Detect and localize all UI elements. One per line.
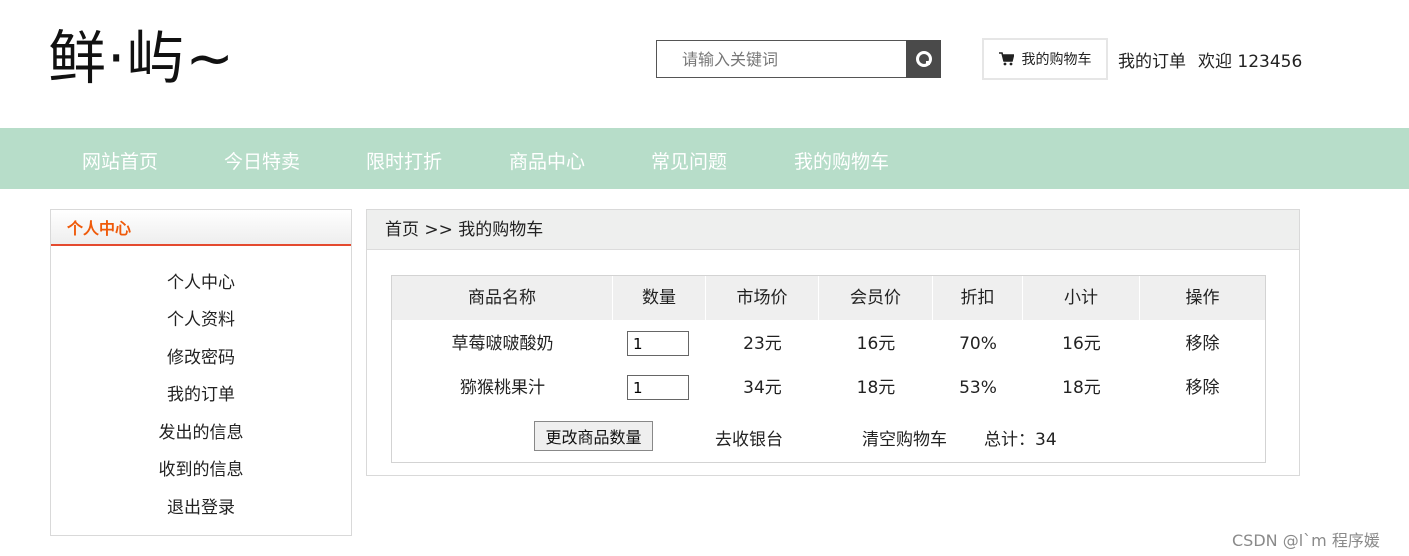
cart-panel: 首页 >> 我的购物车 商品名称 数量 市场价 会员价 折扣 小计 操作 草莓啵…: [366, 209, 1300, 476]
sidebar-item-sent-messages[interactable]: 发出的信息: [51, 418, 351, 443]
search-button[interactable]: [906, 40, 941, 78]
col-header-qty: 数量: [613, 276, 706, 320]
sidebar: 个人中心 个人中心 个人资料 修改密码 我的订单 发出的信息 收到的信息 退出登…: [50, 209, 352, 536]
nav-item-products[interactable]: 商品中心: [509, 147, 585, 174]
clear-cart-link[interactable]: 清空购物车: [862, 425, 947, 450]
welcome-text: 欢迎 123456: [1198, 52, 1303, 72]
member-price: 16元: [856, 334, 896, 354]
col-header-market-price: 市场价: [706, 276, 819, 320]
discount: 53%: [959, 378, 997, 398]
subtotal: 16元: [1062, 334, 1101, 354]
remove-link[interactable]: 移除: [1140, 332, 1265, 356]
market-price: 34元: [743, 378, 782, 398]
breadcrumb: 首页 >> 我的购物车: [367, 210, 1299, 250]
sidebar-item-change-password[interactable]: 修改密码: [51, 343, 351, 368]
search-bar: [656, 40, 941, 78]
table-header: 商品名称 数量 市场价 会员价 折扣 小计 操作: [392, 276, 1265, 320]
sidebar-item-received-messages[interactable]: 收到的信息: [51, 455, 351, 480]
member-price: 18元: [856, 378, 896, 398]
header-cart-button[interactable]: 我的购物车: [982, 38, 1108, 80]
sidebar-item-profile[interactable]: 个人资料: [51, 305, 351, 330]
col-header-action: 操作: [1185, 288, 1220, 308]
cart-icon: [998, 52, 1014, 66]
main-nav: 网站首页 今日特卖 限时打折 商品中心 常见问题 我的购物车: [0, 128, 1409, 189]
update-quantity-button[interactable]: 更改商品数量: [534, 421, 653, 451]
nav-item-faq[interactable]: 常见问题: [651, 147, 727, 174]
col-header-name: 商品名称: [392, 276, 613, 320]
quantity-input[interactable]: [627, 375, 689, 400]
quantity-input[interactable]: [627, 331, 689, 356]
user-links: 我的订单 欢迎 123456: [1118, 47, 1302, 72]
remove-link[interactable]: 移除: [1140, 376, 1265, 400]
nav-item-home[interactable]: 网站首页: [82, 147, 158, 174]
nav-item-today-deals[interactable]: 今日特卖: [224, 147, 300, 174]
sidebar-title: 个人中心: [51, 210, 351, 246]
item-name: 猕猴桃果汁: [460, 378, 545, 398]
subtotal: 18元: [1062, 378, 1101, 398]
my-orders-link[interactable]: 我的订单: [1118, 47, 1186, 72]
site-logo[interactable]: 鲜·屿~: [48, 22, 235, 94]
search-icon: [915, 51, 932, 67]
col-header-member-price: 会员价: [819, 276, 933, 320]
sidebar-item-logout[interactable]: 退出登录: [51, 493, 351, 518]
cart-table: 商品名称 数量 市场价 会员价 折扣 小计 操作 草莓啵啵酸奶 23元 16元 …: [391, 275, 1266, 463]
nav-item-flash-sale[interactable]: 限时打折: [366, 147, 442, 174]
watermark: CSDN @l`m 程序媛: [1232, 531, 1380, 550]
header-cart-label: 我的购物车: [1021, 52, 1092, 68]
sidebar-item-personal-center[interactable]: 个人中心: [51, 268, 351, 293]
col-header-subtotal: 小计: [1023, 276, 1140, 320]
sidebar-item-my-orders[interactable]: 我的订单: [51, 380, 351, 405]
market-price: 23元: [743, 334, 782, 354]
nav-item-cart[interactable]: 我的购物车: [794, 147, 889, 174]
col-header-discount: 折扣: [933, 276, 1023, 320]
cart-total: 总计：34: [984, 430, 1057, 450]
search-input[interactable]: [656, 40, 906, 78]
discount: 70%: [959, 334, 997, 354]
item-name: 草莓啵啵酸奶: [451, 334, 554, 354]
checkout-link[interactable]: 去收银台: [715, 425, 783, 450]
